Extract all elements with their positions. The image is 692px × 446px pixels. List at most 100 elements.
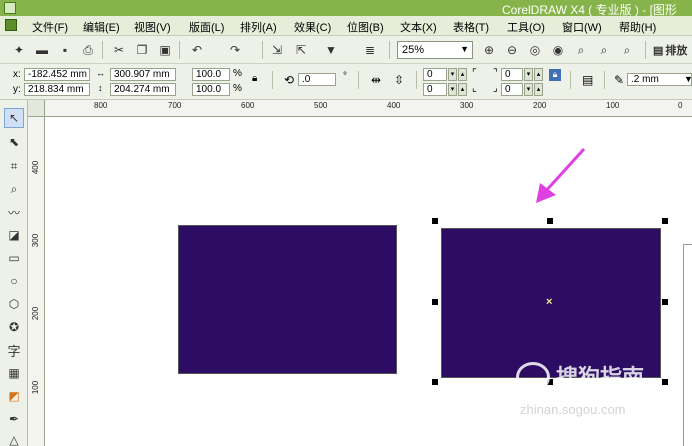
scale-width-field[interactable]: 100.0 — [192, 68, 230, 81]
selection-handle-right[interactable] — [662, 299, 668, 305]
ruler-label: 100 — [606, 101, 620, 110]
toolbar-separator — [272, 71, 273, 89]
corner-top-left-field[interactable]: 0 — [423, 68, 447, 81]
x-position-field[interactable]: -182.452 mm — [24, 68, 90, 81]
menu-tools[interactable]: 工具(O) — [507, 19, 545, 35]
arrange-icon: ▤ — [653, 44, 664, 57]
ellipse-tool-icon[interactable]: ○ — [4, 271, 24, 291]
export-icon[interactable]: ⇱ — [292, 41, 310, 59]
zoom-in-icon[interactable]: ⊕ — [480, 41, 498, 59]
zoom-all-icon[interactable]: ◉ — [549, 41, 567, 59]
corner-top-right-field[interactable]: 0 — [501, 68, 523, 81]
outline-tool-icon[interactable]: △ — [4, 430, 24, 446]
polygon-tool-icon[interactable]: ⬡ — [4, 294, 24, 314]
paste-icon[interactable]: ▣ — [156, 41, 174, 59]
copy-icon[interactable]: ❐ — [133, 41, 151, 59]
vertical-ruler[interactable]: 400 300 200 100 — [28, 117, 45, 446]
print-icon[interactable]: ⎙ — [79, 41, 97, 59]
y-position-field[interactable]: 218.834 mm — [24, 83, 90, 96]
open-folder-icon[interactable]: ▬ — [33, 41, 51, 59]
selection-handle-top-left[interactable] — [432, 218, 438, 224]
spin-icon[interactable]: ▴ — [534, 83, 543, 96]
freehand-tool-icon[interactable]: 〰 — [4, 202, 24, 222]
menu-view[interactable]: 视图(V) — [134, 19, 171, 35]
spin-icon[interactable]: ▾ — [524, 83, 533, 96]
rectangle-tool-icon[interactable]: ▭ — [4, 248, 24, 268]
spin-icon[interactable]: ▴ — [534, 68, 543, 81]
app-icon — [4, 2, 16, 14]
round-corners-together-icon[interactable]: 🔒︎ — [549, 69, 561, 81]
lock-ratio-icon[interactable]: 🔒︎ — [252, 73, 257, 84]
selection-handle-left[interactable] — [432, 299, 438, 305]
spin-icon[interactable]: ▾ — [448, 83, 457, 96]
zoom-page-icon[interactable]: ⌕ — [572, 41, 590, 59]
corner-bottom-left-field[interactable]: 0 — [423, 83, 447, 96]
wrap-text-icon[interactable]: ▤ — [582, 73, 593, 87]
corner-bracket-icon: ⌞ — [472, 83, 477, 94]
selection-handle-top-right[interactable] — [662, 218, 668, 224]
interactive-tool-icon[interactable]: ◩ — [4, 386, 24, 406]
cut-icon[interactable]: ✂ — [110, 41, 128, 59]
zoom-selected-icon[interactable]: ◎ — [526, 41, 544, 59]
selection-handle-top[interactable] — [547, 218, 553, 224]
smart-fill-tool-icon[interactable]: ◪ — [4, 225, 24, 245]
menu-layout[interactable]: 版面(L) — [189, 19, 224, 35]
shape-tool-icon[interactable]: ⬉ — [4, 132, 24, 152]
zoom-out-icon[interactable]: ⊖ — [503, 41, 521, 59]
ruler-label: 200 — [31, 306, 41, 321]
corner-bottom-right-field[interactable]: 0 — [501, 83, 523, 96]
menu-table[interactable]: 表格(T) — [453, 19, 489, 35]
ruler-label: 100 — [31, 380, 41, 395]
menu-window[interactable]: 窗口(W) — [562, 19, 602, 35]
menu-file[interactable]: 文件(F) — [32, 19, 68, 35]
undo-icon[interactable]: ↶ — [188, 41, 206, 59]
corner-bracket-icon: ⌜ — [472, 68, 477, 79]
purple-rectangle-left[interactable] — [178, 225, 397, 374]
outline-width-select[interactable]: .2 mm — [627, 73, 692, 86]
toolbar-separator — [179, 41, 180, 59]
height-field[interactable]: 204.274 mm — [110, 83, 176, 96]
rotation-angle-field[interactable]: .0 — [298, 73, 336, 86]
zoom-tool-icon[interactable]: ⌕ — [4, 179, 24, 199]
save-icon[interactable]: ▪ — [56, 41, 74, 59]
application-launcher-icon[interactable]: ▼ — [322, 41, 340, 59]
chevron-down-icon[interactable]: ▼ — [684, 74, 692, 84]
eyedropper-tool-icon[interactable]: ✒ — [4, 409, 24, 429]
spin-icon[interactable]: ▾ — [448, 68, 457, 81]
basic-shapes-tool-icon[interactable]: ✪ — [4, 317, 24, 337]
table-tool-icon[interactable]: ▦ — [4, 363, 24, 383]
scale-height-field[interactable]: 100.0 — [192, 83, 230, 96]
menu-help[interactable]: 帮助(H) — [619, 19, 656, 35]
spin-icon[interactable]: ▴ — [458, 83, 467, 96]
y-label: y: — [13, 84, 21, 95]
selection-handle-bottom-right[interactable] — [662, 379, 668, 385]
menu-bitmaps[interactable]: 位图(B) — [347, 19, 384, 35]
document-icon[interactable] — [5, 19, 17, 31]
selection-handle-bottom-left[interactable] — [432, 379, 438, 385]
welcome-screen-icon[interactable]: ≣ — [361, 41, 379, 59]
spin-icon[interactable]: ▴ — [458, 68, 467, 81]
zoom-level-select[interactable]: 25% ▼ — [397, 41, 473, 59]
menu-edit[interactable]: 编辑(E) — [83, 19, 120, 35]
crop-tool-icon[interactable]: ⌗ — [4, 156, 24, 176]
menu-text[interactable]: 文本(X) — [400, 19, 437, 35]
pick-tool-icon[interactable]: ↖ — [4, 108, 24, 128]
import-icon[interactable]: ⇲ — [268, 41, 286, 59]
width-field[interactable]: 300.907 mm — [110, 68, 176, 81]
ruler-label: 500 — [314, 101, 328, 110]
ruler-origin-corner[interactable] — [28, 100, 45, 117]
spin-icon[interactable]: ▾ — [524, 68, 533, 81]
new-document-icon[interactable]: ✦ — [10, 41, 28, 59]
x-label: x: — [13, 69, 21, 80]
mirror-horizontal-icon[interactable]: ⇹ — [371, 73, 381, 87]
menu-effects[interactable]: 效果(C) — [294, 19, 331, 35]
redo-icon[interactable]: ↷ — [226, 41, 244, 59]
text-tool-icon[interactable]: 字 — [4, 340, 24, 360]
arrange-button[interactable]: ▤ 排放 — [653, 41, 689, 59]
zoom-height-icon[interactable]: ⌕ — [618, 41, 636, 59]
menu-arrange[interactable]: 排列(A) — [240, 19, 277, 35]
mirror-vertical-icon[interactable]: ⇳ — [394, 73, 404, 87]
toolbar-separator — [604, 71, 605, 89]
horizontal-ruler[interactable]: 800 700 600 500 400 300 200 100 0 — [28, 100, 692, 117]
zoom-width-icon[interactable]: ⌕ — [595, 41, 613, 59]
